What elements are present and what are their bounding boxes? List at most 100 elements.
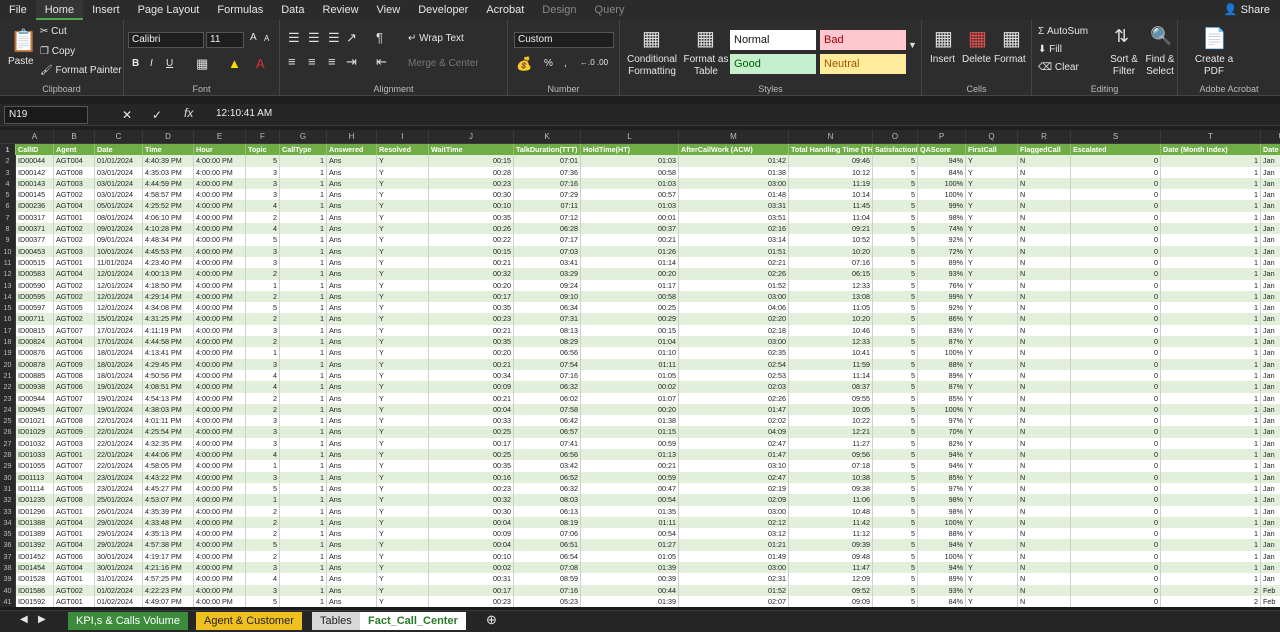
cell[interactable]: 93% [918, 268, 966, 280]
cell[interactable]: 1 [280, 584, 327, 596]
cell[interactable]: 5 [873, 302, 918, 314]
cell[interactable]: 0 [1071, 539, 1161, 551]
cell[interactable]: N [1018, 516, 1071, 529]
cell[interactable]: 85% [918, 471, 966, 483]
header-cell[interactable]: TalkDuration(TTT) [514, 144, 581, 156]
menu-tab-acrobat[interactable]: Acrobat [477, 0, 533, 20]
column-header-B[interactable]: B [54, 130, 95, 144]
row-number[interactable]: 34 [0, 516, 16, 529]
cell[interactable]: N [1018, 166, 1071, 178]
cell[interactable]: 0 [1071, 189, 1161, 201]
cell[interactable]: 02:07 [679, 595, 789, 608]
cell[interactable]: 1 [280, 516, 327, 529]
cell[interactable]: ID01454 [16, 561, 54, 574]
cell[interactable]: Ans [327, 539, 377, 551]
cell[interactable]: 09:39 [789, 539, 873, 551]
autosum-button[interactable]: Σ AutoSum [1038, 26, 1088, 37]
cell[interactable]: 18/01/2024 [95, 358, 143, 370]
cell[interactable]: 03:31 [679, 200, 789, 212]
cell[interactable]: 3 [246, 415, 280, 427]
cell[interactable]: 5 [873, 437, 918, 450]
cell[interactable]: 4:00:00 PM [194, 494, 246, 506]
cell[interactable]: 4:00:00 PM [194, 211, 246, 224]
cell[interactable]: Jan [1261, 280, 1280, 291]
cell[interactable]: 00:33 [429, 415, 514, 427]
cell[interactable]: Jan [1261, 438, 1280, 449]
cell[interactable]: 03:00 [679, 561, 789, 574]
cell[interactable]: 19/01/2024 [95, 381, 143, 393]
cell[interactable]: Y [966, 200, 1018, 212]
row-number[interactable]: 36 [0, 539, 16, 551]
cell[interactable]: 08:13 [514, 324, 581, 337]
cell[interactable]: N [1018, 460, 1071, 472]
cell[interactable]: Y [966, 245, 1018, 257]
cell[interactable]: 1 [1161, 561, 1261, 574]
cell[interactable]: Ans [327, 211, 377, 224]
cell[interactable]: 09:09 [789, 595, 873, 608]
cell[interactable]: N [1018, 369, 1071, 382]
cell[interactable]: 94% [918, 449, 966, 461]
row-number[interactable]: 22 [0, 381, 16, 393]
column-header-L[interactable]: L [581, 130, 679, 144]
cell[interactable]: Y [377, 155, 429, 167]
cell[interactable]: 5 [873, 415, 918, 427]
row-number[interactable]: 23 [0, 392, 16, 404]
cell[interactable]: 00:17 [429, 584, 514, 596]
cell[interactable]: 00:47 [581, 482, 679, 495]
cell[interactable]: Y [966, 313, 1018, 325]
cell[interactable]: 87% [918, 336, 966, 348]
cell[interactable]: 1 [280, 539, 327, 551]
cell[interactable]: 01:48 [679, 189, 789, 201]
cell[interactable]: 1 [1161, 573, 1261, 585]
cell[interactable]: 1 [280, 358, 327, 370]
cell[interactable]: 2 [246, 290, 280, 303]
column-header-U[interactable]: U [1261, 130, 1280, 144]
share-button[interactable]: 👤 Share [1224, 0, 1270, 20]
cell[interactable]: 01:52 [679, 279, 789, 291]
cell[interactable]: Jan [1261, 472, 1280, 483]
row-number[interactable]: 35 [0, 528, 16, 540]
cell[interactable]: 3 [246, 189, 280, 201]
cell[interactable]: 12/01/2024 [95, 268, 143, 280]
cell[interactable]: Ans [327, 471, 377, 483]
cell[interactable]: 2 [246, 211, 280, 224]
cell[interactable]: N [1018, 177, 1071, 190]
cell[interactable]: 4:00:00 PM [194, 482, 246, 495]
cell[interactable]: AGT007 [54, 324, 95, 337]
cell[interactable]: 1 [280, 166, 327, 178]
cell[interactable]: 00:01 [581, 211, 679, 224]
cell[interactable]: ID00824 [16, 336, 54, 348]
cell[interactable]: 11:42 [789, 516, 873, 529]
cell[interactable]: ID00878 [16, 358, 54, 370]
cell[interactable]: 5 [873, 381, 918, 393]
borders-icon[interactable]: ▦ [196, 56, 208, 72]
cell[interactable]: 5 [873, 516, 918, 529]
cell[interactable]: 01:42 [679, 155, 789, 167]
cell[interactable]: 07:17 [514, 234, 581, 246]
cell[interactable]: 97% [918, 482, 966, 495]
cell[interactable]: 1 [1161, 155, 1261, 167]
cell[interactable]: AGT001 [54, 211, 95, 224]
cell[interactable]: 4:21:16 PM [143, 561, 194, 574]
cell[interactable]: ID00711 [16, 313, 54, 325]
cell[interactable]: 4:19:17 PM [143, 550, 194, 562]
align-left-icon[interactable]: ≡ [288, 54, 296, 69]
cell[interactable]: 4:00:00 PM [194, 561, 246, 574]
align-right-icon[interactable]: ≡ [328, 54, 336, 69]
cell[interactable]: 3 [246, 471, 280, 483]
cell[interactable]: 00:44 [581, 584, 679, 596]
cell[interactable]: 86% [918, 313, 966, 325]
percent-button[interactable]: % [544, 58, 553, 69]
cell[interactable]: Y [377, 539, 429, 551]
cell[interactable]: 4 [246, 573, 280, 585]
menu-tab-home[interactable]: Home [35, 0, 84, 20]
cell[interactable]: Y [966, 471, 1018, 483]
cell[interactable]: Y [966, 347, 1018, 359]
cell[interactable]: 02:02 [679, 415, 789, 427]
cell[interactable]: Y [377, 234, 429, 246]
header-cell[interactable]: AfterCallWork (ACW) [679, 144, 789, 156]
header-cell[interactable]: CallType [280, 144, 327, 156]
header-cell[interactable]: FirstCall [966, 144, 1018, 156]
cell[interactable]: N [1018, 381, 1071, 393]
cell[interactable]: Feb [1261, 585, 1280, 596]
